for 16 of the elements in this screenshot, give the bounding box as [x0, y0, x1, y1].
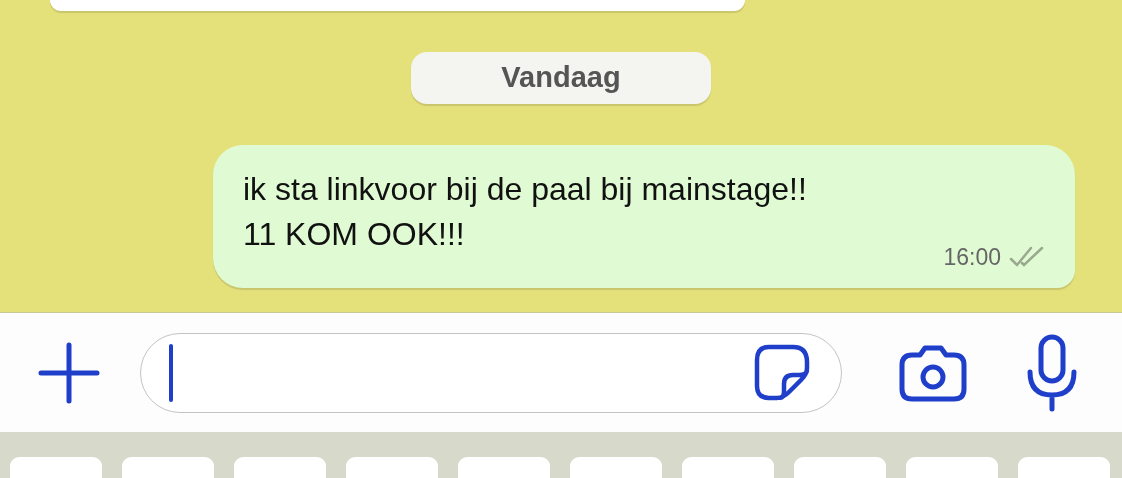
date-label: Vandaag [411, 52, 711, 104]
add-icon[interactable] [38, 341, 100, 404]
keyboard-key[interactable] [10, 457, 102, 478]
keyboard-key[interactable] [234, 457, 326, 478]
sticker-icon[interactable] [753, 343, 811, 402]
message-time: 16:00 [943, 242, 1001, 272]
keyboard-key[interactable] [346, 457, 438, 478]
keyboard-key[interactable] [1018, 457, 1110, 478]
keyboard-key[interactable] [794, 457, 886, 478]
keyboard-key[interactable] [906, 457, 998, 478]
keyboard-key[interactable] [570, 457, 662, 478]
message-text: ik sta linkvoor bij de paal bij mainstage!! 11 KOM OOK!!! [243, 170, 807, 254]
keyboard-key[interactable] [122, 457, 214, 478]
keyboard-key[interactable] [458, 457, 550, 478]
keyboard-key[interactable] [682, 457, 774, 478]
microphone-icon[interactable] [1026, 333, 1078, 412]
